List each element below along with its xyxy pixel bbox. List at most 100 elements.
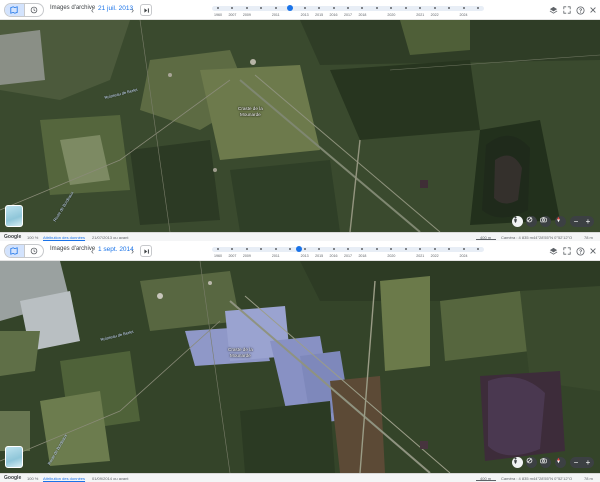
timeline-tick[interactable]	[404, 248, 407, 250]
timeline-tick[interactable]	[433, 7, 436, 9]
previous-date-button[interactable]: ‹	[88, 245, 97, 257]
data-attribution-link[interactable]: Attribution des données	[43, 476, 85, 481]
view-toggle[interactable]	[4, 244, 44, 258]
timeline-year-label[interactable]: 2007	[228, 13, 236, 17]
street-view-button[interactable]	[512, 457, 523, 468]
timeline-tick[interactable]	[347, 7, 349, 9]
satellite-view[interactable]: Craste de la Mounarde Ruisseau de Berlet…	[0, 261, 600, 473]
timeline-year-label[interactable]: 2013	[301, 254, 309, 258]
close-icon	[590, 7, 596, 13]
timeline-year-label[interactable]: 2024	[460, 254, 468, 258]
zoom-out-button[interactable]: −	[570, 457, 582, 468]
layers-button[interactable]	[547, 245, 559, 257]
timeline-year-label[interactable]: 1960	[214, 254, 222, 258]
skip-to-latest-button[interactable]	[140, 4, 152, 16]
timeline-tick[interactable]	[303, 248, 306, 250]
next-date-button[interactable]: ›	[128, 4, 137, 16]
timeline-tick[interactable]	[245, 7, 248, 9]
zoom-control[interactable]: − +	[570, 457, 594, 468]
close-button[interactable]	[587, 245, 599, 257]
timeline-tick[interactable]	[347, 248, 349, 250]
coordinates: 44°28'55"N 0°52'12"O	[533, 234, 573, 240]
timeline-year-label[interactable]: 2020	[387, 254, 395, 258]
timeline-year-label[interactable]: 2022	[431, 254, 439, 258]
timeline-year-label[interactable]: 2015	[315, 254, 323, 258]
timeline-year-label[interactable]: 2015	[315, 13, 323, 17]
timeline-year-label[interactable]: 2017	[344, 254, 352, 258]
timeline-tick[interactable]	[404, 7, 407, 9]
timeline-tick[interactable]	[245, 248, 248, 250]
timeline-year-label[interactable]: 2013	[301, 13, 309, 17]
history-view-button[interactable]	[23, 245, 44, 257]
timeline-tick[interactable]	[462, 248, 465, 250]
close-button[interactable]	[587, 4, 599, 16]
layers-button[interactable]	[547, 4, 559, 16]
timeline-year-label[interactable]: 2016	[330, 13, 338, 17]
street-view-button[interactable]	[512, 216, 523, 227]
previous-date-button[interactable]: ‹	[88, 4, 97, 16]
place-label-line2: Mounarde	[230, 353, 251, 358]
timeline-year-label[interactable]: 2009	[243, 254, 251, 258]
help-button[interactable]	[574, 4, 586, 16]
help-button[interactable]	[574, 245, 586, 257]
map-view-button[interactable]	[5, 4, 24, 16]
google-logo: Google	[4, 234, 22, 240]
timeline-year-label[interactable]: 2022	[431, 13, 439, 17]
timeline-tick[interactable]	[217, 7, 219, 9]
timeline-year-label[interactable]: 2024	[460, 13, 468, 17]
fullscreen-button[interactable]	[561, 245, 573, 257]
view-toggle[interactable]	[4, 3, 44, 17]
compass-icon	[557, 457, 560, 464]
data-attribution-link[interactable]: Attribution des données	[43, 235, 85, 240]
map-view-button[interactable]	[5, 245, 24, 257]
timeline-tick[interactable]	[332, 7, 335, 9]
skip-to-latest-button[interactable]	[140, 245, 152, 257]
satellite-view[interactable]: Craste de la Mounarde Ruisseau de Berlet…	[0, 20, 600, 232]
zoom-out-button[interactable]: −	[570, 216, 582, 227]
tilt-icon	[526, 457, 533, 464]
camera-button[interactable]	[540, 216, 551, 227]
timeline-tick[interactable]	[274, 7, 277, 9]
fullscreen-button[interactable]	[561, 4, 573, 16]
timeline-year-label[interactable]: 1960	[214, 13, 222, 17]
zoom-in-button[interactable]: +	[582, 457, 594, 468]
zoom-in-button[interactable]: +	[582, 216, 594, 227]
timeline-year-label[interactable]: 2018	[358, 13, 366, 17]
timeline-tick[interactable]	[274, 248, 277, 250]
timeline-selected-knob[interactable]	[295, 246, 302, 252]
timeline-year-label[interactable]: 2011	[272, 254, 280, 258]
timeline-year-label[interactable]: 2018	[358, 254, 366, 258]
next-date-button[interactable]: ›	[128, 245, 137, 257]
minimap-thumbnail[interactable]	[5, 446, 23, 468]
compass-button[interactable]	[555, 457, 566, 468]
tilt-button[interactable]	[526, 216, 537, 227]
tilt-button[interactable]	[526, 457, 537, 468]
history-icon	[30, 247, 38, 255]
timeline-year-label[interactable]: 2009	[243, 13, 251, 17]
timeline-tick[interactable]	[303, 7, 306, 9]
zoom-control[interactable]: − +	[570, 216, 594, 227]
timeline-tick[interactable]	[477, 7, 479, 9]
timeline-tick[interactable]	[433, 248, 436, 250]
timeline-slider[interactable]: 1960 2007 2009 2011 2013 2015 2016 2017 2018 2020…	[212, 243, 484, 260]
timeline-year-label[interactable]: 2016	[330, 254, 338, 258]
timeline-tick[interactable]	[375, 248, 378, 250]
history-view-button[interactable]	[23, 4, 44, 16]
timeline-tick[interactable]	[477, 248, 479, 250]
timeline-year-label[interactable]: 2007	[228, 254, 236, 258]
camera-button[interactable]	[540, 457, 551, 468]
timeline-year-label[interactable]: 2021	[416, 254, 424, 258]
timeline-tick[interactable]	[375, 7, 378, 9]
timeline-slider[interactable]: 1960 2007 2009 2011 2013 2015 2016 2017 2018 2020…	[212, 2, 484, 19]
timeline-year-label[interactable]: 2011	[272, 13, 280, 17]
timeline-year-label[interactable]: 2021	[416, 13, 424, 17]
history-pane-2014: Images d'archive ‹ 1 sept. 2014 › 1960 20…	[0, 241, 600, 482]
timeline-year-label[interactable]: 2017	[344, 13, 352, 17]
timeline-year-label[interactable]: 2020	[387, 13, 395, 17]
compass-button[interactable]	[555, 216, 566, 227]
timeline-tick[interactable]	[332, 248, 335, 250]
timeline-tick[interactable]	[217, 248, 219, 250]
minimap-thumbnail[interactable]	[5, 205, 23, 227]
timeline-tick[interactable]	[462, 7, 465, 9]
camera-altitude: Caméra : 4 835 m	[501, 475, 534, 481]
